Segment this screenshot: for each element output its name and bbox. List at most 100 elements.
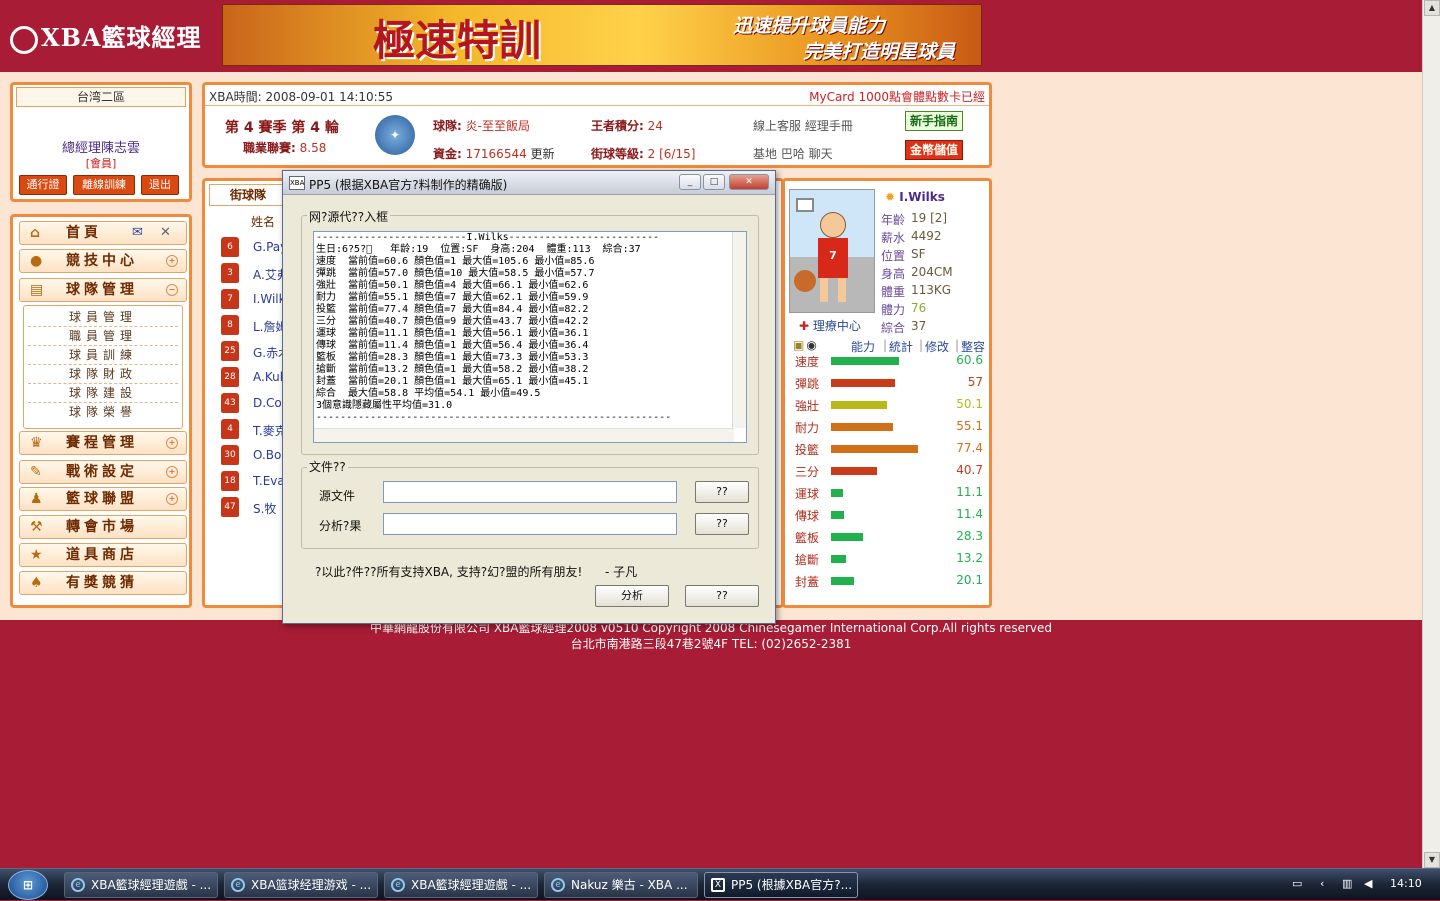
- backboard-icon: [796, 198, 814, 212]
- menu-league[interactable]: ♟ 籃球聯盟 +: [19, 487, 187, 511]
- scroll-down-icon[interactable]: ▼: [1424, 852, 1440, 868]
- submenu-players[interactable]: 球員管理: [28, 308, 178, 327]
- app-icon: X: [711, 878, 725, 892]
- mail-icon[interactable]: ✉: [132, 222, 143, 244]
- menu-transfer[interactable]: ⚒ 轉會市場: [19, 515, 187, 539]
- stat-bar: [831, 379, 895, 387]
- player-name-title: ✹ I.Wilks: [885, 190, 945, 204]
- browse-output-button[interactable]: ??: [695, 513, 749, 535]
- volume-icon[interactable]: ◀: [1364, 877, 1372, 890]
- dialog-close-button[interactable]: ??: [685, 585, 759, 607]
- jersey-icon: 30: [221, 445, 239, 465]
- tools-icon[interactable]: ✕: [160, 222, 171, 244]
- team-name[interactable]: 球隊: 炎-至至飯局: [433, 117, 530, 134]
- clock[interactable]: 14:10: [1390, 877, 1422, 890]
- task-button[interactable]: e XBA籃球經理遊戲 - ...: [64, 872, 218, 898]
- tab-streetball[interactable]: 街球隊: [209, 184, 287, 206]
- task-button-active[interactable]: X PP5 (根據XBA官方?...: [704, 872, 858, 898]
- player-name[interactable]: I.Wilk: [253, 292, 286, 306]
- dialog-title: PP5 (根据XBA官方?料制作的精确版): [309, 178, 508, 192]
- search-icon[interactable]: ◉: [806, 338, 816, 352]
- scroll-up-icon[interactable]: ▲: [1424, 0, 1440, 16]
- jersey-icon: 28: [221, 367, 239, 387]
- stat-label: 耐力: [795, 421, 820, 435]
- player-name[interactable]: D.Co: [253, 396, 282, 410]
- stat-value: 77.4: [956, 441, 983, 455]
- task-button[interactable]: e XBA篮球经理游戏 - ...: [224, 872, 378, 898]
- jersey-icon: 7: [221, 289, 239, 309]
- server-region: 台湾二區: [16, 87, 186, 107]
- browser-icon: e: [391, 878, 405, 892]
- account-panel: 台湾二區 總經理陳志雲 [會員] 通行證 離線訓練 退出: [10, 82, 192, 202]
- submenu-finance[interactable]: 球隊財政: [28, 365, 178, 384]
- menu-home[interactable]: ⌂ 首頁 ✉ ✕: [19, 221, 187, 245]
- dialog-titlebar[interactable]: XBA PP5 (根据XBA官方?料制作的精确版) _ □ ✕: [283, 171, 775, 195]
- gold-topup-button[interactable]: 金幣儲值: [905, 140, 963, 160]
- menu-quiz[interactable]: ♠ 有獎競猜: [19, 571, 187, 595]
- source-file-input[interactable]: [383, 481, 677, 503]
- refresh-link[interactable]: 更新: [531, 147, 555, 161]
- rehab-center-link[interactable]: ✚ 理療中心: [799, 317, 861, 334]
- promo-banner[interactable]: 極速特訓 迅速提升球員能力 完美打造明星球員: [222, 4, 982, 66]
- minimize-icon[interactable]: _: [679, 174, 701, 190]
- browser-icon: e: [71, 878, 85, 892]
- attr-value: 4492: [911, 229, 942, 243]
- result-textarea[interactable]: -------------------------I.Wilks--------…: [313, 231, 747, 443]
- community-links[interactable]: 基地 巴哈 聊天: [753, 145, 833, 162]
- site-logo[interactable]: XBA籃球經理: [10, 18, 202, 54]
- attr-label: 位置: [881, 249, 906, 263]
- pass-button[interactable]: 通行證: [19, 175, 67, 195]
- windows-icon: ⊞: [22, 878, 34, 892]
- player-name[interactable]: S.牧: [253, 500, 276, 517]
- textarea-vscrollbar[interactable]: [732, 232, 746, 428]
- task-button[interactable]: e XBA籃球經理遊戲 - ...: [384, 872, 538, 898]
- newbie-guide-button[interactable]: 新手指南: [905, 111, 963, 131]
- task-button[interactable]: e Nakuz 樂古 - XBA ...: [544, 872, 698, 898]
- stat-bar: [831, 467, 877, 475]
- network-icon[interactable]: ▥: [1342, 877, 1352, 890]
- page-scrollbar[interactable]: ▲ ▼: [1422, 0, 1440, 868]
- banner-subline-1: 迅速提升球員能力: [733, 15, 886, 37]
- player-name[interactable]: T.Eva: [253, 474, 285, 488]
- marquee-news[interactable]: MyCard 1000點會體點數卡已經: [809, 88, 985, 105]
- menu-team-management[interactable]: ▤ 球隊管理 −: [19, 278, 187, 302]
- player-leg: [820, 278, 828, 302]
- menu-tactics[interactable]: ✎ 戰術設定 +: [19, 460, 187, 484]
- file-group-label: 文件??: [307, 458, 348, 475]
- stat-bar: [831, 445, 918, 453]
- analyze-button[interactable]: 分析: [595, 585, 669, 607]
- submenu-staff[interactable]: 職員管理: [28, 327, 178, 346]
- stat-bar: [831, 401, 887, 409]
- support-links[interactable]: 線上客服 經理手冊: [753, 117, 853, 134]
- stat-row: 運球 11.1: [795, 483, 983, 503]
- expand-icon: +: [166, 255, 178, 267]
- close-icon[interactable]: ✕: [729, 174, 769, 190]
- menu-arena[interactable]: ● 競技中心 +: [19, 249, 187, 273]
- chevron-left-icon[interactable]: ‹: [1320, 877, 1324, 890]
- submenu-honors[interactable]: 球隊榮譽: [28, 403, 178, 422]
- stat-bar: [831, 511, 844, 519]
- submenu-training[interactable]: 球員訓練: [28, 346, 178, 365]
- logout-button[interactable]: 退出: [141, 175, 179, 195]
- browse-source-button[interactable]: ??: [695, 481, 749, 503]
- offline-training-button[interactable]: 離線訓練: [73, 175, 135, 195]
- start-button[interactable]: ⊞: [8, 870, 48, 900]
- stat-label: 速度: [795, 355, 820, 369]
- stat-row: 傳球 11.4: [795, 505, 983, 525]
- player-jersey: 7: [818, 238, 848, 278]
- game-time: XBA時間: 2008-09-01 14:10:55: [209, 90, 393, 104]
- stat-value: 11.4: [956, 507, 983, 521]
- attr-value: 19 [2]: [911, 211, 948, 225]
- menu-schedule[interactable]: ♛ 賽程管理 +: [19, 431, 187, 455]
- output-file-input[interactable]: [383, 513, 677, 535]
- lock-icon[interactable]: ▣: [793, 338, 804, 352]
- submenu-building[interactable]: 球隊建設: [28, 384, 178, 403]
- stat-value: 57: [967, 375, 983, 389]
- pp5-dialog: XBA PP5 (根据XBA官方?料制作的精确版) _ □ ✕ 网?源代??入框…: [282, 170, 776, 624]
- menu-shop[interactable]: ★ 道具商店: [19, 543, 187, 567]
- clipboard-icon: ▤: [30, 282, 44, 298]
- expand-icon: +: [166, 493, 178, 505]
- keyboard-icon[interactable]: ▭: [1292, 877, 1302, 890]
- maximize-icon[interactable]: □: [703, 174, 725, 190]
- textarea-hscrollbar[interactable]: [314, 428, 734, 442]
